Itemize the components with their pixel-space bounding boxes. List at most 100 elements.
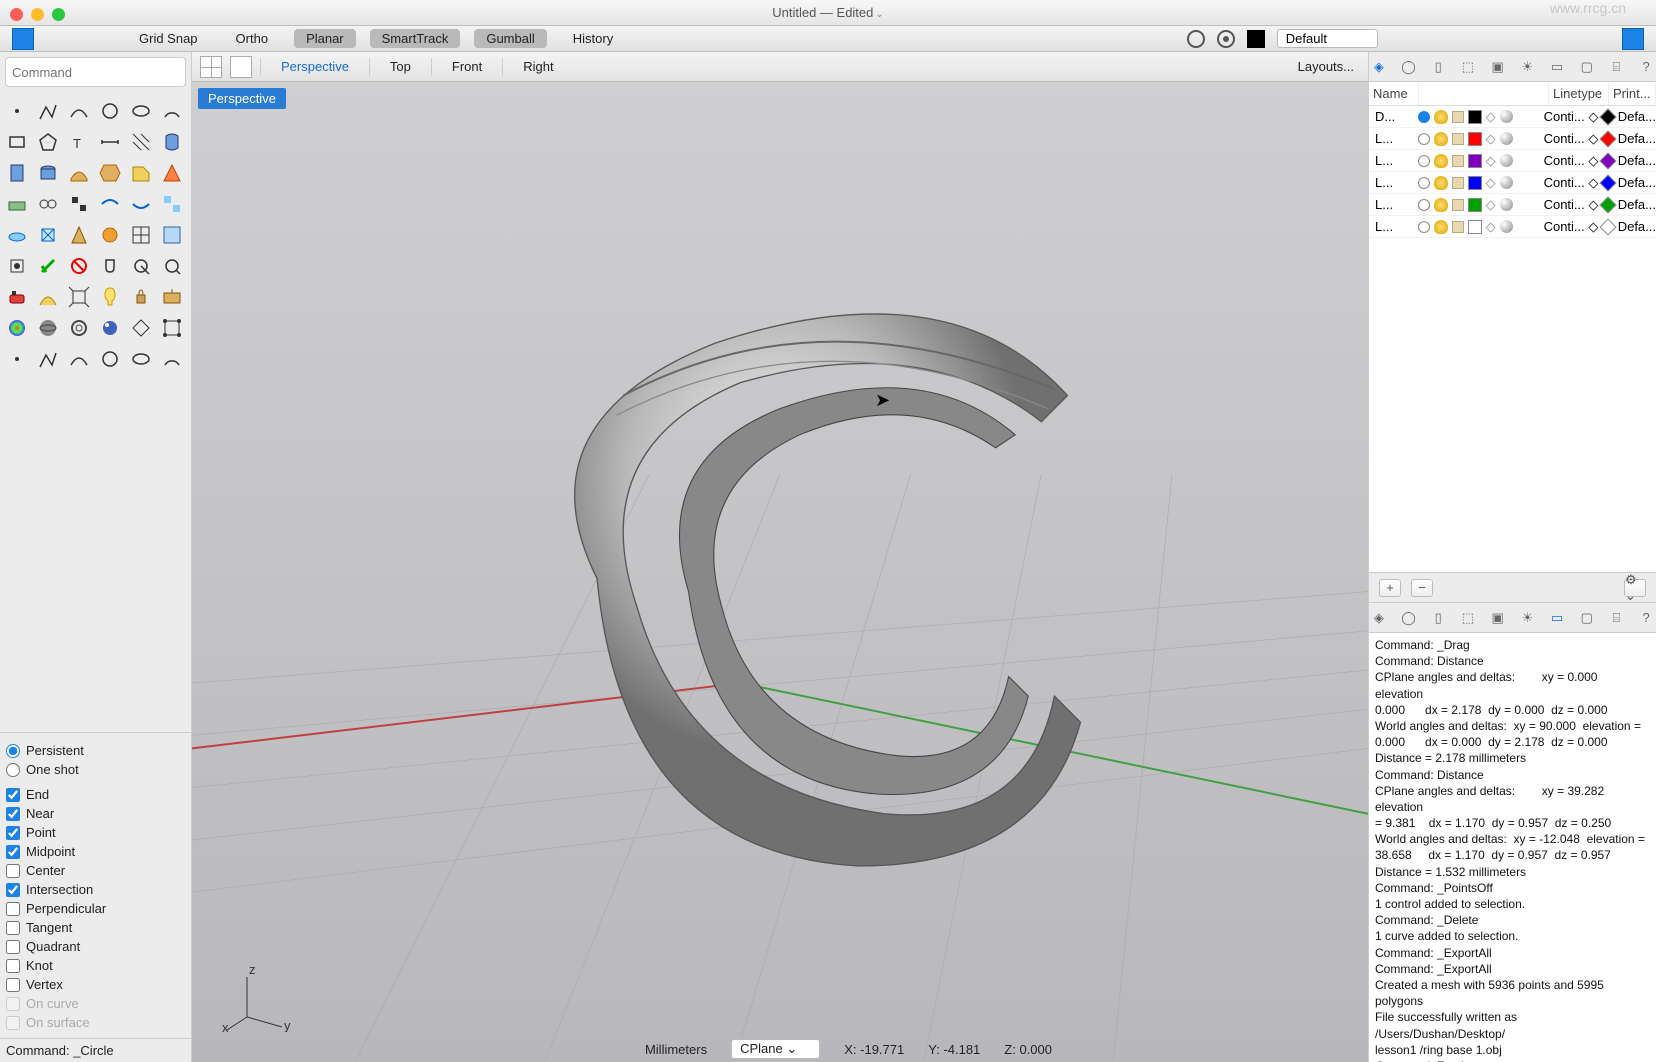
layer-material-icon[interactable]	[1500, 132, 1513, 145]
tool-polygon[interactable]	[33, 127, 63, 157]
help2-icon[interactable]: ?	[1636, 608, 1656, 628]
doc2-icon[interactable]: ▯	[1428, 608, 1448, 628]
osnap-near[interactable]: Near	[6, 804, 185, 823]
sun-icon[interactable]: ☀	[1518, 57, 1538, 77]
tool-light[interactable]	[2, 344, 32, 374]
layer-row[interactable]: L...◇Conti... ◇Defa...	[1369, 172, 1656, 194]
osnap-oneshot[interactable]: One shot	[6, 760, 185, 779]
layers-header-name[interactable]: Name	[1369, 82, 1419, 105]
layer-options-button[interactable]: ⚙ ⌄	[1624, 579, 1646, 597]
tool-check[interactable]	[95, 313, 125, 343]
tool-zoom[interactable]	[2, 282, 32, 312]
layer-visibility-icon[interactable]	[1434, 176, 1448, 190]
tool-wire[interactable]	[126, 282, 156, 312]
tool-matball[interactable]	[157, 344, 187, 374]
four-view-icon[interactable]	[200, 56, 222, 78]
history-toggle[interactable]: History	[561, 29, 625, 48]
tool-mass[interactable]	[64, 313, 94, 343]
layers-header-print[interactable]: Print...	[1609, 82, 1656, 105]
minimize-window[interactable]	[31, 8, 44, 21]
osnap-persistent[interactable]: Persistent	[6, 741, 185, 760]
monitor-icon[interactable]: ⌸	[1607, 57, 1627, 77]
layer-linetype[interactable]: Conti... ◇	[1544, 219, 1602, 235]
layouts-button[interactable]: Layouts...	[1298, 59, 1360, 74]
layer-lock-icon[interactable]	[1452, 111, 1464, 123]
command-history[interactable]: Command: _Drag Command: Distance CPlane …	[1369, 633, 1656, 1062]
tool-ungroup[interactable]	[157, 220, 187, 250]
tool-revolve[interactable]	[33, 158, 63, 188]
tool-show[interactable]	[33, 251, 63, 281]
layer-lock-icon[interactable]	[1452, 199, 1464, 211]
layer-print[interactable]: Defa...	[1602, 175, 1656, 190]
tool-scale[interactable]	[33, 220, 63, 250]
tool-extrude[interactable]	[2, 158, 32, 188]
layer-print[interactable]: Defa...	[1602, 109, 1656, 124]
tool-ellipse[interactable]	[126, 96, 156, 126]
osnap-center[interactable]: Center	[6, 861, 185, 880]
layer-material-icon[interactable]	[1500, 176, 1513, 189]
layer-row[interactable]: L...◇Conti... ◇Defa...	[1369, 216, 1656, 238]
tool-sphere[interactable]	[95, 344, 125, 374]
layer-color-swatch[interactable]	[1468, 110, 1482, 124]
layer-row[interactable]: D...◇Conti... ◇Defa...	[1369, 106, 1656, 128]
layers-header-linetype[interactable]: Linetype	[1549, 82, 1609, 105]
record-dot-icon[interactable]	[1217, 30, 1235, 48]
layer-visibility-icon[interactable]	[1434, 132, 1448, 146]
tab-front[interactable]: Front	[440, 56, 494, 77]
display2-icon[interactable]: ▢	[1577, 608, 1597, 628]
title-dropdown-icon[interactable]: ⌄	[875, 9, 883, 20]
circle-icon[interactable]: ◯	[1399, 57, 1419, 77]
status-plane-dropdown[interactable]: CPlane ⌄	[731, 1039, 820, 1059]
layer-linetype[interactable]: Conti... ◇	[1544, 175, 1602, 191]
tool-fillet[interactable]	[126, 158, 156, 188]
tool-curve[interactable]	[64, 96, 94, 126]
single-view-icon[interactable]	[230, 56, 252, 78]
osnap-knot[interactable]: Knot	[6, 956, 185, 975]
tool-material[interactable]	[33, 344, 63, 374]
osnap-point[interactable]: Point	[6, 823, 185, 842]
tool-ghost[interactable]	[157, 282, 187, 312]
layer-linetype[interactable]: Conti... ◇	[1544, 109, 1602, 125]
tool-text[interactable]: T	[64, 127, 94, 157]
tool-mesh[interactable]	[126, 313, 156, 343]
tool-copy[interactable]	[157, 189, 187, 219]
ortho-toggle[interactable]: Ortho	[224, 29, 281, 48]
box2-icon[interactable]: ⬚	[1458, 608, 1478, 628]
tool-torus[interactable]	[126, 344, 156, 374]
tool-snap[interactable]	[157, 313, 187, 343]
tool-arc[interactable]	[157, 96, 187, 126]
tool-chamfer[interactable]	[157, 158, 187, 188]
tool-split[interactable]	[33, 189, 63, 219]
gumball-toggle[interactable]: Gumball	[474, 29, 546, 48]
tool-color[interactable]	[64, 344, 94, 374]
layer-color-swatch[interactable]	[1468, 220, 1482, 234]
remove-layer-button[interactable]: −	[1411, 579, 1433, 597]
osnap-vertex[interactable]: Vertex	[6, 975, 185, 994]
tool-array[interactable]	[95, 220, 125, 250]
layer-print[interactable]: Defa...	[1602, 153, 1656, 168]
layers2-icon[interactable]: ◈	[1369, 608, 1389, 628]
layer-current-dot[interactable]	[1418, 111, 1430, 123]
sun2-icon[interactable]: ☀	[1518, 608, 1538, 628]
layer-lock-icon[interactable]	[1452, 177, 1464, 189]
planar-toggle[interactable]: Planar	[294, 29, 356, 48]
layer-print[interactable]: Defa...	[1602, 197, 1656, 212]
layer-row[interactable]: L...◇Conti... ◇Defa...	[1369, 194, 1656, 216]
tool-properties[interactable]	[95, 251, 125, 281]
camera2-icon[interactable]: ▣	[1488, 608, 1508, 628]
tool-rotate[interactable]	[2, 220, 32, 250]
tool-polyline[interactable]	[33, 96, 63, 126]
layer-current-dot[interactable]	[1418, 199, 1430, 211]
maximize-window[interactable]	[52, 8, 65, 21]
layer-visibility-icon[interactable]	[1434, 220, 1448, 234]
status-units[interactable]: Millimeters	[645, 1042, 707, 1057]
tool-selnone[interactable]	[157, 251, 187, 281]
tool-circle[interactable]	[95, 96, 125, 126]
layer-print[interactable]: Defa...	[1602, 219, 1656, 234]
tool-mirror[interactable]	[64, 220, 94, 250]
cplane2-icon[interactable]: ▭	[1547, 608, 1567, 628]
cplane-icon[interactable]: ▭	[1547, 57, 1567, 77]
osnap-perpendicular[interactable]: Perpendicular	[6, 899, 185, 918]
osnap-quadrant[interactable]: Quadrant	[6, 937, 185, 956]
layer-current-dot[interactable]	[1418, 221, 1430, 233]
